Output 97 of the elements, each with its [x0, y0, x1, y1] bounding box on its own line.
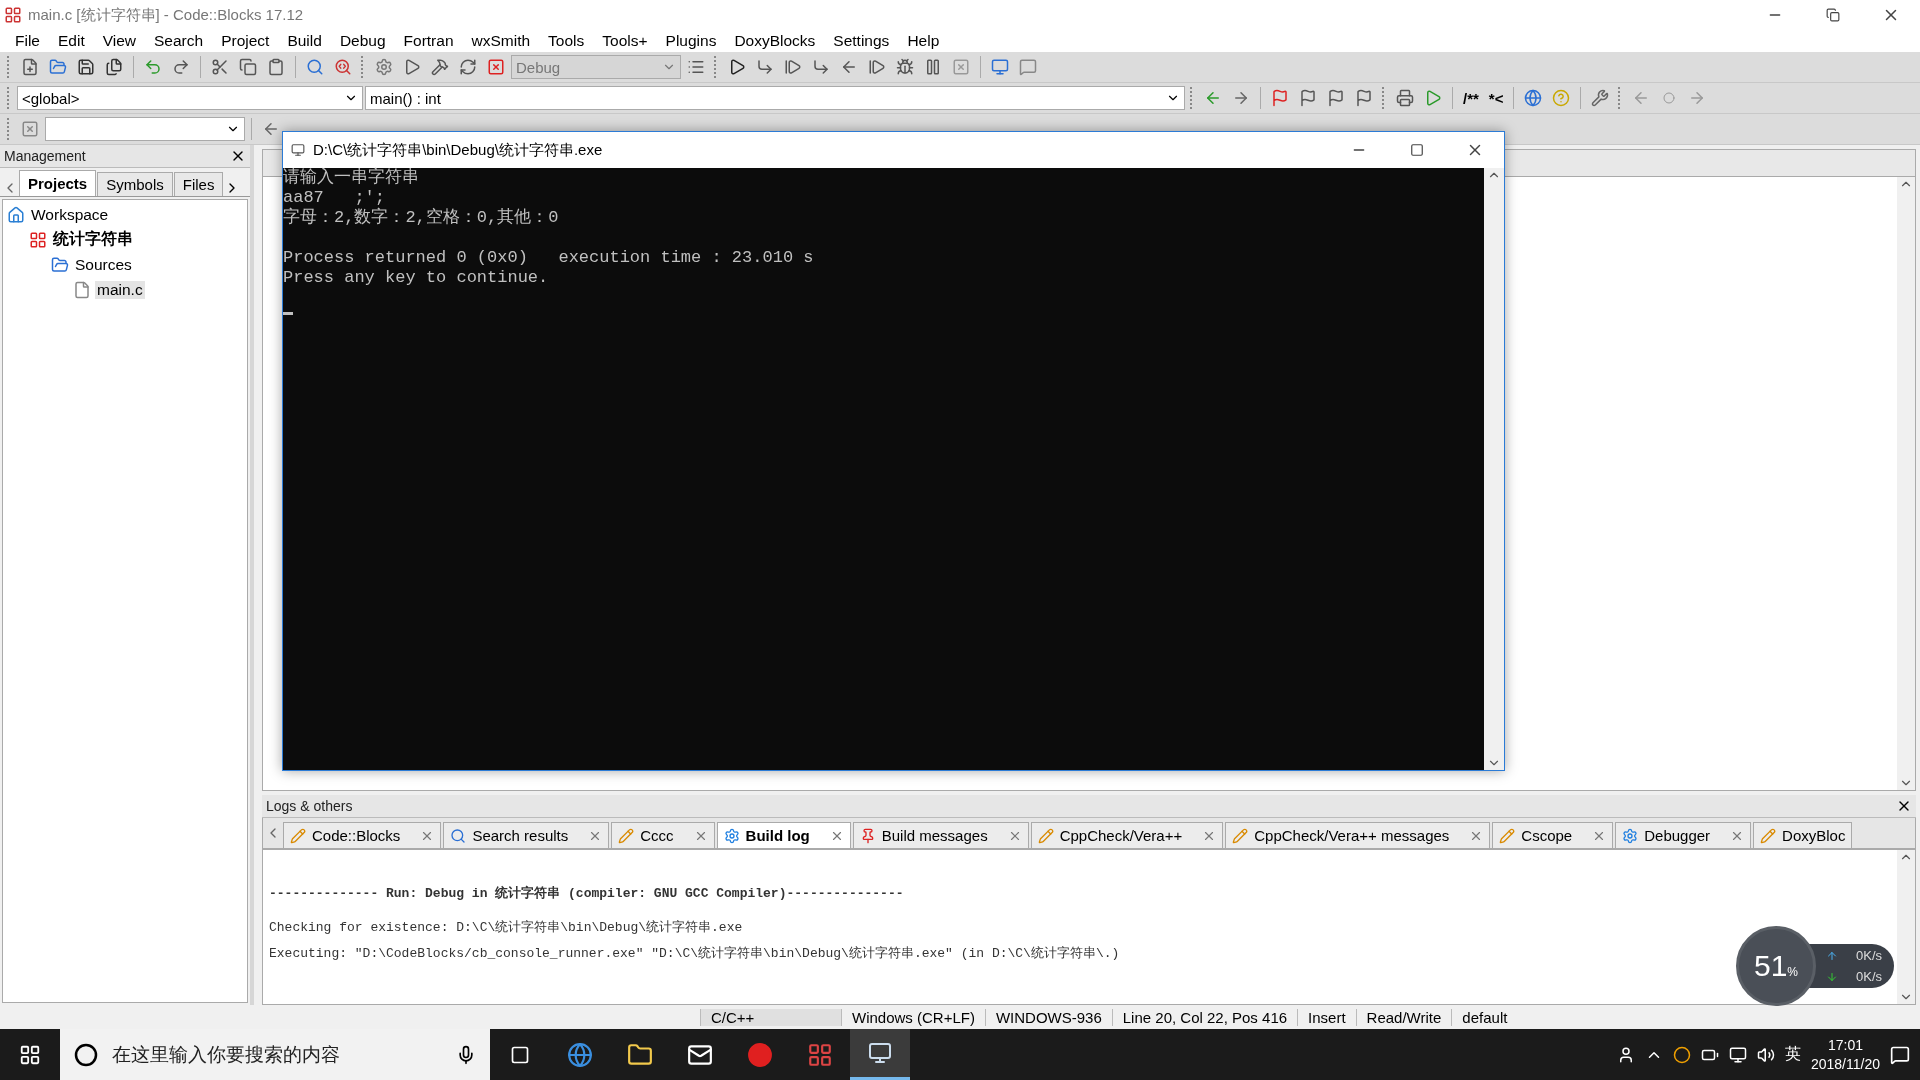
restore-icon[interactable] [1826, 8, 1840, 22]
console-line: 字母：2,数字：2,空格：0,其他：0 [283, 208, 560, 228]
pencil-icon [1499, 827, 1516, 844]
menu-item[interactable]: View [93, 32, 146, 50]
browser-icon[interactable] [567, 1041, 593, 1068]
cpu-percent: 51 [1753, 949, 1788, 983]
scrollbar[interactable] [1897, 177, 1915, 790]
app-grid-icon[interactable] [807, 1041, 833, 1068]
pencil-icon [618, 827, 635, 844]
log-tab[interactable]: Cccc [611, 822, 715, 848]
log-line: Checking for existence: D:\C\统计字符串\bin\Debug\统计字符串.exe [269, 919, 743, 936]
comment-button[interactable]: *< [1484, 85, 1508, 111]
console-taskbar-button[interactable] [850, 1029, 910, 1080]
task-view-icon[interactable] [510, 1044, 530, 1065]
search-icon [450, 827, 467, 844]
text-cursor [283, 312, 293, 315]
log-tab[interactable]: Build log [716, 822, 851, 848]
pencil-icon [1760, 827, 1777, 844]
menu-item[interactable]: Build [278, 32, 331, 50]
scrollbar[interactable] [1897, 850, 1915, 1004]
project-icon [29, 230, 47, 249]
console-icon [291, 143, 305, 157]
panel-tab[interactable]: Files [173, 172, 224, 196]
scrollbar[interactable] [1484, 168, 1504, 770]
status-field: C/C++ [700, 1008, 841, 1026]
notification-icon[interactable] [1890, 1044, 1910, 1065]
menu-item[interactable]: Tools+ [593, 32, 657, 50]
log-line: Executing: "D:\CodeBlocks/cb_console_runner.exe" "D:\C\统计字符串\bin\Debug\统计字符串.exe" (in D:\C\统计字符串\.) [269, 945, 1120, 962]
upload-speed: 0K/s [1856, 948, 1882, 963]
tree-item[interactable]: 统计字符串 [51, 229, 135, 250]
console-line: Process returned 0 (0x0) execution time : 23.010 s [283, 248, 815, 268]
menu-item[interactable]: Fortran [394, 32, 463, 50]
volume-icon[interactable] [1756, 1045, 1775, 1064]
network-icon[interactable] [1728, 1045, 1747, 1064]
search-input[interactable]: 在这里输入你要搜索的内容 [110, 1042, 444, 1067]
monitor-icon[interactable] [868, 1041, 892, 1065]
microphone-icon[interactable] [456, 1044, 476, 1065]
tree-item[interactable]: main.c [95, 280, 145, 299]
gear-icon [1622, 827, 1639, 844]
pencil-icon [1037, 827, 1054, 844]
taskbar-search-field[interactable]: 在这里输入你要搜索的内容 [60, 1029, 490, 1080]
panel-tab[interactable]: Symbols [97, 172, 173, 196]
status-field: WINDOWS-936 [984, 1008, 1112, 1026]
scope-select[interactable]: <global> [17, 86, 363, 110]
menu-item[interactable]: Settings [824, 32, 899, 50]
status-field: default [1451, 1008, 1518, 1026]
menu-item[interactable]: File [6, 32, 49, 50]
upload-icon [1826, 949, 1838, 962]
menu-item[interactable]: wxSmith [462, 32, 540, 50]
percent-sign: % [1787, 965, 1798, 979]
window-title: main.c [统计字符串] - Code::Blocks 17.12 [28, 5, 304, 25]
pencil-icon [1232, 827, 1249, 844]
menu-item[interactable]: Search [145, 32, 213, 50]
clock[interactable]: 17:01 2018/11/20 [1810, 1035, 1880, 1074]
tree-item[interactable]: Workspace [29, 205, 111, 224]
panel-tab[interactable]: Projects [19, 170, 97, 196]
file-icon [73, 280, 91, 299]
folder-icon [51, 255, 69, 274]
download-icon [1826, 970, 1838, 983]
comment-button[interactable]: /** [1459, 85, 1483, 111]
tree-item[interactable]: Sources [73, 255, 134, 274]
function-select[interactable]: main() : int [365, 86, 1185, 110]
menu-item[interactable]: Help [898, 32, 949, 50]
maximize-icon[interactable] [1410, 143, 1424, 157]
log-tab[interactable]: Search results [443, 822, 610, 848]
folder-icon[interactable] [627, 1041, 653, 1068]
menu-item[interactable]: Edit [49, 32, 94, 50]
console-line: aa87 ;'; [283, 188, 387, 207]
log-tab[interactable]: Build messages [852, 822, 1029, 848]
menu-item[interactable]: Project [212, 32, 279, 50]
download-speed: 0K/s [1856, 969, 1882, 984]
status-field: Line 20, Col 22, Pos 416 [1111, 1008, 1298, 1026]
menu-item[interactable]: Plugins [656, 32, 726, 50]
start-icon[interactable] [19, 1043, 41, 1066]
status-field: Insert [1297, 1008, 1356, 1026]
console-line: Press any key to continue. [283, 268, 550, 288]
log-tab[interactable]: CppCheck/Vera++ [1030, 822, 1224, 848]
panel-title: Logs & others [266, 798, 353, 814]
pencil-icon [290, 827, 306, 844]
menu-item[interactable]: Debug [330, 32, 395, 50]
log-tab[interactable]: Cscope [1492, 822, 1614, 848]
status-field: Read/Write [1355, 1008, 1452, 1026]
ime-indicator[interactable]: 英 [1784, 1044, 1801, 1065]
status-field: Windows (CR+LF) [841, 1008, 985, 1026]
panel-title: Management [4, 148, 86, 164]
console-line: 请输入一串字符串 [283, 168, 420, 188]
workspace-icon [7, 205, 25, 224]
menu-item[interactable]: DoxyBlocks [725, 32, 825, 50]
log-tab[interactable]: Code::Blocks [283, 822, 442, 848]
log-tab[interactable]: DoxyBloc [1753, 822, 1853, 848]
app-logo-icon [4, 6, 22, 24]
log-tab[interactable]: Debugger [1615, 822, 1752, 848]
console-title: D:\C\统计字符串\bin\Debug\统计字符串.exe [313, 140, 603, 160]
gear-icon [723, 827, 740, 844]
log-line: -------------- Run: Debug in 统计字符串 (compiler: GNU GCC Compiler)--------------- [269, 884, 904, 902]
menu-item[interactable]: Tools [539, 32, 594, 50]
log-tab[interactable]: CppCheck/Vera++ messages [1225, 822, 1491, 848]
